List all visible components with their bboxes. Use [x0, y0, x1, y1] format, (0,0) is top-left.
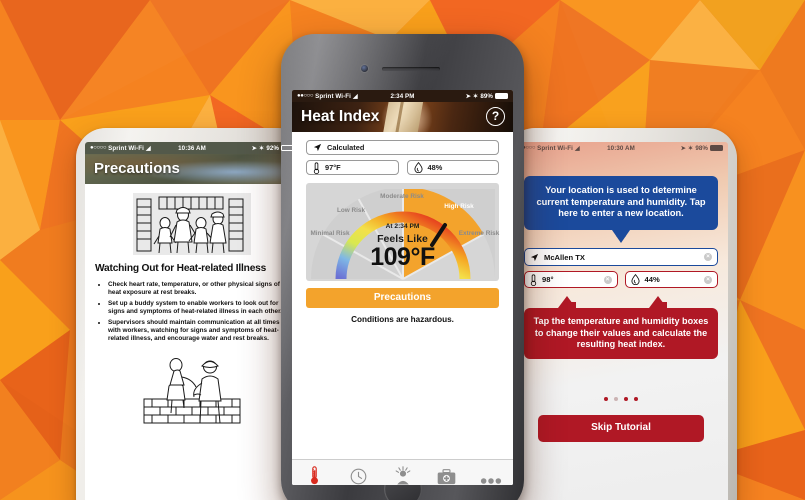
location-callout: Your location is used to determine curre… — [524, 176, 718, 244]
top-bezel — [281, 34, 524, 90]
location-arrow-icon — [313, 143, 322, 152]
heat-index-nav-bar: Heat Index ? — [292, 102, 513, 132]
list-item: Supervisors should maintain communicatio… — [108, 319, 289, 344]
earpiece-speaker — [381, 67, 440, 71]
location-arrow-icon: ➤ — [251, 144, 258, 152]
tab-first-aid[interactable]: First Aid — [425, 460, 469, 485]
ellipsis-icon — [480, 466, 502, 485]
location-arrow-icon: ➤ — [680, 144, 687, 152]
thermometer-icon — [313, 161, 320, 174]
humidity-value: 44% — [644, 275, 660, 285]
thermometer-icon — [310, 465, 319, 485]
heat-index-content: Calculated 97°F 48% Minimal Risk Low Ris… — [292, 132, 513, 485]
tutorial-overlay: Your location is used to determine curre… — [514, 176, 728, 500]
left-status-bar: ●○○○○ Sprint Wi-Fi ◢ 10:36 AM ➤ ✶ 92% — [85, 142, 299, 154]
workers-at-rest-break-illustration — [133, 193, 251, 255]
battery-icon — [710, 145, 723, 151]
tab-symptoms[interactable]: Symptoms — [380, 460, 424, 485]
page-dot-active[interactable] — [614, 397, 618, 402]
location-input[interactable]: McAllen TX × — [524, 248, 718, 267]
article-bullet-list: Check heart rate, temperature, or other … — [108, 281, 289, 343]
location-input[interactable]: Calculated — [306, 140, 499, 155]
humidity-droplet-icon — [413, 162, 423, 173]
callout-arrow-down-icon — [612, 230, 630, 244]
battery-percent-label: 92% — [266, 144, 279, 152]
location-value: Calculated — [327, 143, 365, 152]
page-dot[interactable] — [624, 397, 628, 402]
gauge-time-label: At 2:34 PM — [385, 223, 420, 230]
humidity-input[interactable]: 44% × — [624, 271, 718, 289]
help-button[interactable]: ? — [486, 107, 505, 126]
location-arrow-icon: ➤ — [465, 92, 472, 100]
bluetooth-icon: ✶ — [473, 92, 479, 100]
page-title: Heat Index — [301, 108, 380, 125]
tutorial-page-dots[interactable] — [524, 397, 718, 402]
gauge-zone-label-high: High Risk — [444, 203, 474, 210]
humidity-value: 48% — [427, 163, 443, 172]
article-heading: Watching Out for Heat-related Illness — [95, 263, 267, 274]
right-phone-screen: ●●○○○ Sprint Wi-Fi ◢ 10:30 AM ➤ ✶ 98% Yo… — [514, 142, 728, 500]
value-fields-row: 98° × 44% × — [524, 271, 718, 289]
phone-right-tutorial: ●●○○○ Sprint Wi-Fi ◢ 10:30 AM ➤ ✶ 98% Yo… — [505, 128, 737, 500]
values-callout: Tap the temperature and humidity boxes t… — [524, 296, 718, 360]
battery-icon — [495, 93, 508, 99]
temperature-value: 97°F — [325, 163, 341, 172]
tab-bar: Heat Index Hourly — [292, 459, 513, 485]
clear-icon[interactable]: × — [704, 275, 712, 284]
front-camera-icon — [360, 65, 368, 72]
conditions-status-text: Conditions are hazardous. — [351, 315, 454, 324]
location-arrow-icon — [530, 253, 539, 261]
thermometer-icon — [530, 274, 537, 286]
location-value: McAllen TX — [544, 252, 585, 262]
list-item: Set up a buddy system to enable workers … — [108, 300, 289, 316]
clear-icon[interactable]: × — [603, 275, 612, 284]
left-nav-bar: Precautions — [85, 154, 299, 184]
risk-gauge: Minimal Risk Low Risk Moderate Risk High… — [306, 183, 499, 281]
temperature-input[interactable]: 98° × — [524, 271, 618, 289]
clear-icon[interactable]: × — [704, 253, 712, 262]
list-item: Check heart rate, temperature, or other … — [108, 281, 289, 297]
tab-heat-index[interactable]: Heat Index — [292, 460, 336, 485]
feels-like-value: 109°F — [370, 243, 435, 271]
tab-more[interactable]: More — [469, 460, 513, 485]
tab-hourly[interactable]: Hourly — [336, 460, 380, 485]
battery-percent-label: 98% — [695, 144, 708, 152]
worker-helping-coworker-illustration — [138, 353, 246, 426]
center-phone-screen: ●●○○○ Sprint Wi-Fi ◢ 2:34 PM ➤ ✶ 89% Hea… — [292, 90, 513, 485]
center-status-bar: ●●○○○ Sprint Wi-Fi ◢ 2:34 PM ➤ ✶ 89% — [292, 90, 513, 102]
clock-icon — [350, 466, 367, 485]
precautions-button[interactable]: Precautions — [306, 288, 499, 308]
right-status-bar: ●●○○○ Sprint Wi-Fi ◢ 10:30 AM ➤ ✶ 98% — [514, 142, 728, 154]
value-fields-row: 97°F 48% — [306, 160, 499, 175]
phone-center-heat-index: ●●○○○ Sprint Wi-Fi ◢ 2:34 PM ➤ ✶ 89% Hea… — [281, 34, 524, 500]
phone-left-precautions: ●○○○○ Sprint Wi-Fi ◢ 10:36 AM ➤ ✶ 92% Pr… — [76, 128, 308, 500]
person-symptoms-icon — [394, 465, 412, 485]
battery-percent-label: 89% — [480, 92, 493, 100]
gauge-zone-label-moderate: Moderate Risk — [380, 193, 424, 200]
left-phone-screen: ●○○○○ Sprint Wi-Fi ◢ 10:36 AM ➤ ✶ 92% Pr… — [85, 142, 299, 500]
page-dot[interactable] — [634, 397, 638, 402]
temperature-input[interactable]: 97°F — [306, 160, 399, 175]
precautions-article: Watching Out for Heat-related Illness Ch… — [85, 184, 299, 426]
battery-icon — [281, 145, 294, 151]
humidity-droplet-icon — [630, 274, 640, 286]
page-title: Precautions — [94, 160, 180, 177]
values-callout-text: Tap the temperature and humidity boxes t… — [533, 316, 709, 350]
bluetooth-icon: ✶ — [688, 144, 694, 152]
screenshot-stage: ●○○○○ Sprint Wi-Fi ◢ 10:36 AM ➤ ✶ 92% Pr… — [0, 0, 805, 500]
humidity-input[interactable]: 48% — [406, 160, 499, 175]
callout-arrow-up-icon — [557, 296, 576, 309]
page-dot[interactable] — [604, 397, 608, 402]
temperature-value: 98° — [542, 275, 554, 285]
location-callout-text: Your location is used to determine curre… — [536, 185, 706, 219]
first-aid-kit-icon — [437, 466, 456, 485]
skip-tutorial-button[interactable]: Skip Tutorial — [538, 415, 704, 443]
bluetooth-icon: ✶ — [259, 144, 265, 152]
gauge-zone-label-low: Low Risk — [336, 207, 366, 214]
callout-arrow-up-icon — [648, 296, 667, 309]
